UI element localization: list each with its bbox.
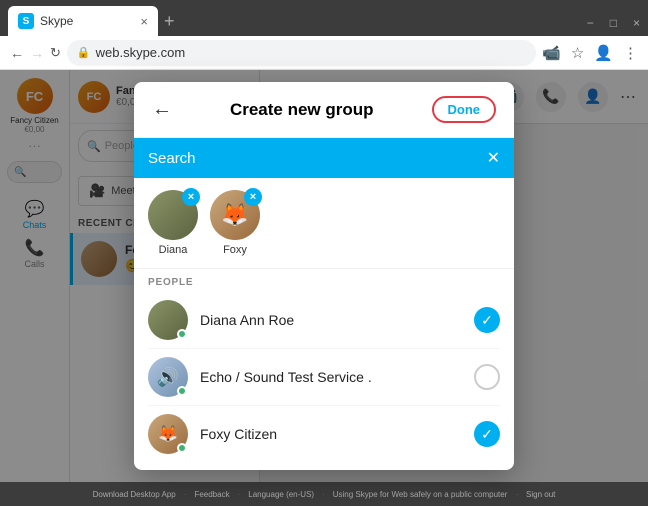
browser-chrome: S Skype × + − □ ×: [0, 0, 648, 36]
modal-done-button[interactable]: Done: [432, 96, 497, 123]
modal-title: Create new group: [172, 100, 432, 120]
modal-header: ← Create new group Done: [134, 82, 514, 138]
modal-back-button[interactable]: ←: [152, 98, 172, 121]
bookmark-icon[interactable]: ☆: [571, 44, 584, 62]
diana-selected-avatar-wrap: ×: [148, 190, 198, 240]
window-controls: − □ ×: [587, 16, 640, 30]
selected-contact-foxy: 🦊 × Foxy: [210, 190, 260, 256]
footer-download[interactable]: Download Desktop App: [93, 490, 176, 499]
modal-search-label: Search: [148, 150, 196, 167]
footer: Download Desktop App · Feedback · Langua…: [0, 482, 648, 506]
maximize-button[interactable]: □: [610, 16, 617, 30]
diana-remove-badge[interactable]: ×: [182, 188, 200, 206]
app-area: FC Fancy Citizen €0,00 ··· 🔍 💬 Chats 📞 C…: [0, 70, 648, 482]
foxy-selected-name: Foxy: [223, 244, 247, 256]
diana-online-dot: [177, 329, 187, 339]
foxy-check-filled[interactable]: ✓: [474, 421, 500, 447]
contact-row-echo[interactable]: 🔊 Echo / Sound Test Service .: [148, 349, 500, 406]
foxy-remove-badge[interactable]: ×: [244, 188, 262, 206]
footer-dot-1: ·: [184, 490, 187, 499]
echo-check-empty[interactable]: [474, 364, 500, 390]
echo-online-dot: [177, 386, 187, 396]
footer-dot-2: ·: [238, 490, 241, 499]
diana-selected-name: Diana: [159, 244, 188, 256]
echo-contact-avatar: 🔊: [148, 357, 188, 397]
diana-contact-avatar: [148, 300, 188, 340]
tab-title: Skype: [40, 14, 73, 28]
people-label: PEOPLE: [148, 277, 500, 288]
contact-row-diana[interactable]: Diana Ann Roe ✓: [148, 292, 500, 349]
selected-contacts-area: × Diana 🦊 × Foxy: [134, 178, 514, 269]
address-bar-icons: 📹 ☆ 👤 ⋮: [542, 44, 638, 62]
minimize-button[interactable]: −: [587, 16, 594, 30]
tab-close-icon[interactable]: ×: [140, 14, 148, 29]
diana-check-filled[interactable]: ✓: [474, 307, 500, 333]
footer-signout[interactable]: Sign out: [526, 490, 555, 499]
footer-safe-use[interactable]: Using Skype for Web safely on a public c…: [333, 490, 508, 499]
foxy-contact-name: Foxy Citizen: [200, 426, 462, 442]
url-bar[interactable]: 🔒 web.skype.com: [67, 40, 536, 66]
modal-search-bar[interactable]: Search ✕: [134, 138, 514, 178]
tab-favicon: S: [18, 13, 34, 29]
foxy-contact-avatar: 🦊: [148, 414, 188, 454]
menu-dots-icon[interactable]: ⋮: [623, 44, 638, 62]
new-tab-button[interactable]: +: [164, 11, 175, 32]
create-group-modal: ← Create new group Done Search ✕ × Diana: [134, 82, 514, 470]
foxy-selected-avatar-wrap: 🦊 ×: [210, 190, 260, 240]
echo-contact-name: Echo / Sound Test Service .: [200, 369, 462, 385]
contact-row-foxy[interactable]: 🦊 Foxy Citizen ✓: [148, 406, 500, 462]
url-text: web.skype.com: [96, 45, 186, 60]
back-button[interactable]: ←: [10, 45, 24, 61]
foxy-online-dot: [177, 443, 187, 453]
people-section: PEOPLE Diana Ann Roe ✓ 🔊 Echo / Sound Te: [134, 269, 514, 470]
diana-contact-name: Diana Ann Roe: [200, 312, 462, 328]
refresh-button[interactable]: ↻: [50, 45, 61, 61]
address-bar: ← → ↻ 🔒 web.skype.com 📹 ☆ 👤 ⋮: [0, 36, 648, 70]
lock-icon: 🔒: [77, 46, 91, 59]
footer-feedback[interactable]: Feedback: [194, 490, 229, 499]
browser-tab[interactable]: S Skype ×: [8, 6, 158, 36]
selected-contact-diana: × Diana: [148, 190, 198, 256]
footer-dot-4: ·: [515, 490, 518, 499]
modal-search-close-icon[interactable]: ✕: [487, 148, 500, 168]
footer-language[interactable]: Language (en-US): [248, 490, 314, 499]
video-cam-icon[interactable]: 📹: [542, 44, 561, 62]
window-close-button[interactable]: ×: [633, 16, 640, 30]
profile-icon[interactable]: 👤: [594, 44, 613, 62]
footer-dot-3: ·: [322, 490, 325, 499]
forward-button[interactable]: →: [30, 45, 44, 61]
modal-overlay: ← Create new group Done Search ✕ × Diana: [0, 70, 648, 482]
